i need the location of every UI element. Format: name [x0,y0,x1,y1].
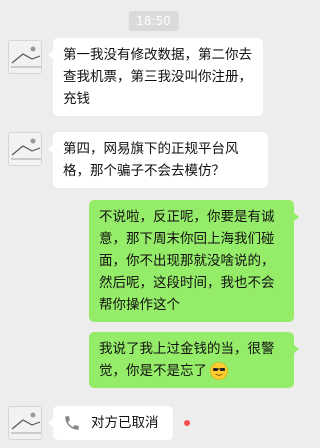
phone-icon [65,416,79,430]
message-row: 第四，网易旗下的正规平台风格，那个骗子不会去模仿？ [0,128,307,188]
chat-timestamp: 18:50 [128,11,179,31]
message-row: 第一我没有修改数据，第二你去查我机票，第三我没叫你注册，充钱 [0,34,307,116]
outgoing-message-bubble[interactable]: 不说啦，反正呢，你要是有诚意，那下周末你回上海我们碰面，你不出现那就没啥说的，然… [89,200,299,322]
avatar-image-icon [9,407,41,439]
call-record-bubble[interactable]: 对方已取消 [48,406,173,440]
avatar-image-icon [9,41,41,73]
incoming-message-bubble[interactable]: 第一我没有修改数据，第二你去查我机票，第三我没叫你注册，充钱 [48,38,263,116]
message-row: 对方已取消 [0,400,307,448]
message-text: 我说了我上过金钱的当，很警觉，你是不是忘了 [99,341,275,379]
message-row: 不说啦，反正呢，你要是有诚意，那下周末你回上海我们碰面，你不出现那就没啥说的，然… [0,196,307,326]
outgoing-message-bubble[interactable]: 我说了我上过金钱的当，很警觉，你是不是忘了 [89,332,299,388]
contact-avatar[interactable] [8,406,42,440]
message-row: 我说了我上过金钱的当，很警觉，你是不是忘了 [0,328,307,394]
contact-avatar[interactable] [8,40,42,74]
incoming-message-bubble[interactable]: 第四，网易旗下的正规平台风格，那个骗子不会去模仿？ [48,132,268,188]
call-status-text: 对方已取消 [91,415,159,431]
cool-sunglasses-emoji [210,362,228,380]
avatar-image-icon [9,133,41,165]
contact-avatar[interactable] [8,132,42,166]
unread-indicator [184,420,190,426]
